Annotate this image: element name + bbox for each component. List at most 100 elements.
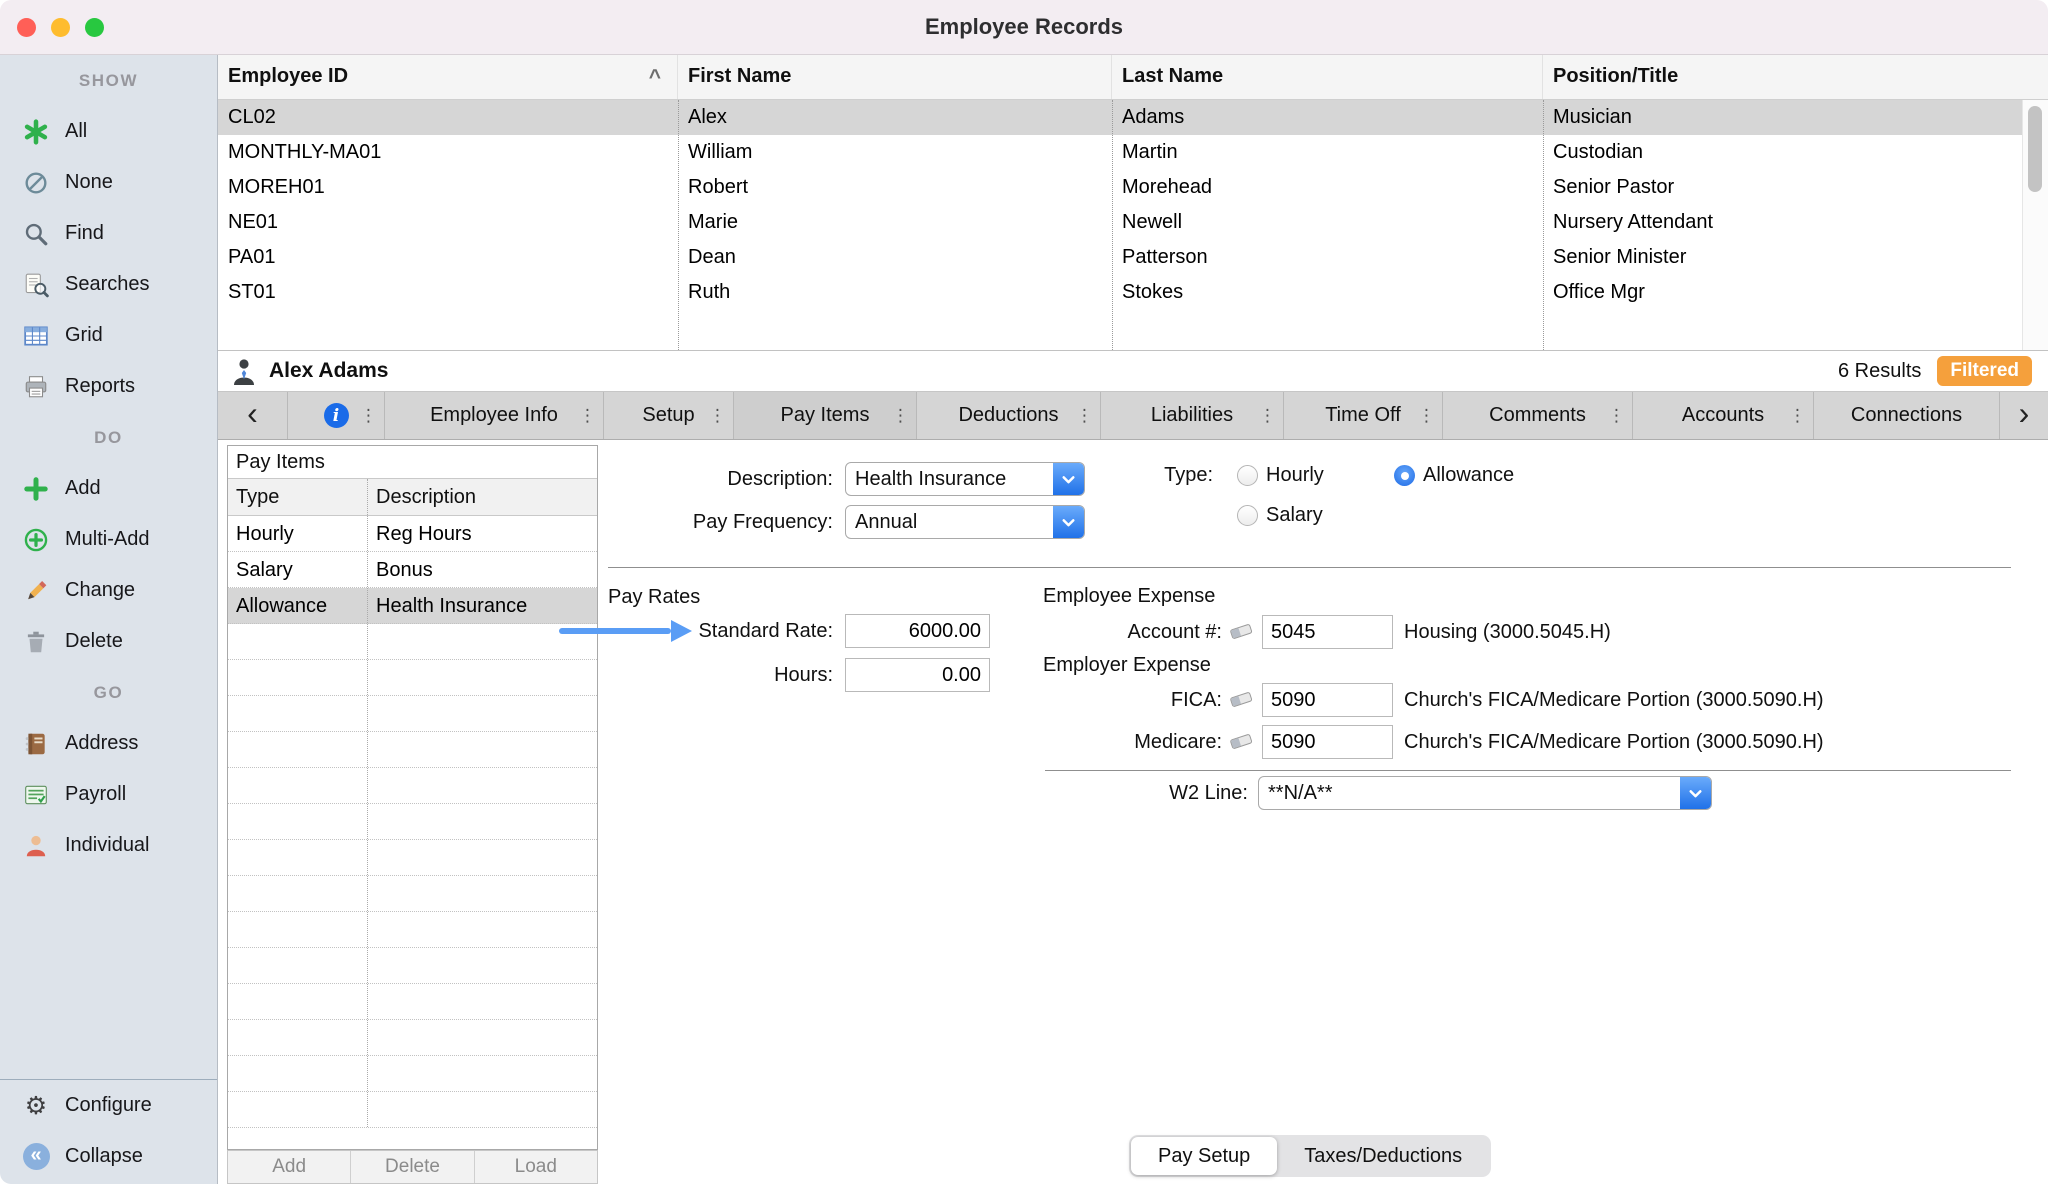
- sidebar-item-delete[interactable]: Delete: [0, 616, 217, 667]
- sidebar-item-change[interactable]: Change: [0, 565, 217, 616]
- tab-menu-icon[interactable]: ⋮: [1076, 406, 1093, 426]
- table-row[interactable]: NE01 Marie Newell Nursery Attendant: [218, 205, 2022, 240]
- sidebar-item-configure[interactable]: ⚙ Configure: [0, 1080, 217, 1131]
- sidebar-item-add[interactable]: Add: [0, 463, 217, 514]
- tab-setup[interactable]: Setup⋮: [604, 392, 734, 439]
- empty-row: [228, 876, 597, 912]
- radio-allowance[interactable]: [1394, 465, 1415, 486]
- sidebar-item-none[interactable]: None: [0, 157, 217, 208]
- w2-line-select[interactable]: **N/A**: [1258, 776, 1712, 810]
- radio-hourly[interactable]: [1237, 465, 1258, 486]
- empty-row: [228, 948, 597, 984]
- taxes-deductions-tab[interactable]: Taxes/Deductions: [1277, 1137, 1489, 1175]
- tab-deductions[interactable]: Deductions⋮: [917, 392, 1101, 439]
- load-pay-item-button[interactable]: Load: [474, 1151, 597, 1183]
- sidebar-item-multi-add[interactable]: Multi-Add: [0, 514, 217, 565]
- w2-line-label: W2 Line:: [1042, 781, 1248, 805]
- tab-menu-icon[interactable]: ⋮: [360, 406, 377, 426]
- table-row[interactable]: PA01 Dean Patterson Senior Minister: [218, 240, 2022, 275]
- table-row[interactable]: MOREH01 Robert Morehead Senior Pastor: [218, 170, 2022, 205]
- eraser-icon[interactable]: [1228, 729, 1254, 753]
- pay-item-row[interactable]: Salary Bonus: [228, 552, 597, 588]
- cell-position-title: Nursery Attendant: [1543, 205, 2022, 240]
- tab-comments[interactable]: Comments⋮: [1443, 392, 1633, 439]
- saved-search-icon: [22, 271, 50, 299]
- add-pay-item-button[interactable]: Add: [228, 1151, 350, 1183]
- sidebar-item-all[interactable]: All: [0, 106, 217, 157]
- tabs-scroll-right-button[interactable]: ›: [2000, 392, 2048, 439]
- delete-pay-item-button[interactable]: Delete: [350, 1151, 473, 1183]
- pay-item-row[interactable]: Hourly Reg Hours: [228, 516, 597, 552]
- records-scrollbar[interactable]: [2022, 100, 2048, 350]
- tab-menu-icon[interactable]: ⋮: [1608, 406, 1625, 426]
- radio-hourly-label[interactable]: Hourly: [1266, 463, 1324, 487]
- tab-employee-info[interactable]: Employee Info⋮: [385, 392, 604, 439]
- radio-allowance-label[interactable]: Allowance: [1423, 463, 1514, 487]
- tab-menu-icon[interactable]: ⋮: [1259, 406, 1276, 426]
- sidebar-item-label: Reports: [65, 375, 135, 398]
- table-row[interactable]: ST01 Ruth Stokes Office Mgr: [218, 275, 2022, 310]
- sidebar-item-reports[interactable]: Reports: [0, 361, 217, 412]
- sidebar-section-do: DO: [0, 412, 217, 463]
- sidebar-item-payroll[interactable]: Payroll: [0, 769, 217, 820]
- column-header-employee-id[interactable]: Employee ID ^: [218, 55, 678, 99]
- tabs-scroll-left-button[interactable]: ‹: [218, 392, 288, 439]
- tab-menu-icon[interactable]: ⋮: [1418, 406, 1435, 426]
- employee-records-table: Employee ID ^ First Name Last Name Posit…: [218, 55, 2048, 351]
- sidebar-item-address[interactable]: Address: [0, 718, 217, 769]
- tab-time-off[interactable]: Time Off⋮: [1284, 392, 1443, 439]
- scrollbar-thumb[interactable]: [2028, 106, 2042, 192]
- sidebar-item-label: Collapse: [65, 1145, 143, 1168]
- medicare-description: Church's FICA/Medicare Portion (3000.509…: [1404, 730, 1824, 754]
- pay-frequency-select[interactable]: Annual: [845, 505, 1085, 539]
- table-body: CL02 Alex Adams Musician MONTHLY-MA01 Wi…: [218, 100, 2022, 350]
- column-header-last-name[interactable]: Last Name: [1112, 55, 1543, 99]
- description-select[interactable]: Health Insurance: [845, 462, 1085, 496]
- standard-rate-input[interactable]: [845, 614, 990, 648]
- sidebar-item-collapse[interactable]: « Collapse: [0, 1131, 217, 1182]
- employer-expense-header: Employer Expense: [1043, 653, 1211, 677]
- section-divider: [608, 567, 2011, 568]
- sidebar-item-label: Find: [65, 222, 104, 245]
- eraser-icon[interactable]: [1228, 619, 1254, 643]
- fica-account-input[interactable]: [1262, 683, 1393, 717]
- medicare-account-input[interactable]: [1262, 725, 1393, 759]
- table-row[interactable]: MONTHLY-MA01 William Martin Custodian: [218, 135, 2022, 170]
- account-number-input[interactable]: [1262, 615, 1393, 649]
- empty-row: [228, 696, 597, 732]
- radio-salary-label[interactable]: Salary: [1266, 503, 1323, 527]
- tab-liabilities[interactable]: Liabilities⋮: [1101, 392, 1284, 439]
- radio-salary[interactable]: [1237, 505, 1258, 526]
- sidebar-item-find[interactable]: Find: [0, 208, 217, 259]
- current-record-name: Alex Adams: [269, 359, 388, 383]
- sidebar-item-searches[interactable]: Searches: [0, 259, 217, 310]
- pay-setup-tab[interactable]: Pay Setup: [1131, 1137, 1277, 1175]
- tab-connections[interactable]: Connections: [1814, 392, 2000, 439]
- tab-menu-icon[interactable]: ⋮: [1789, 406, 1806, 426]
- pencil-icon: [22, 577, 50, 605]
- tab-menu-icon[interactable]: ⋮: [892, 406, 909, 426]
- column-header-position-title[interactable]: Position/Title: [1543, 55, 2048, 99]
- collapse-icon: «: [22, 1143, 50, 1171]
- table-row[interactable]: CL02 Alex Adams Musician: [218, 100, 2022, 135]
- sidebar-item-label: Individual: [65, 834, 150, 857]
- sidebar-item-grid[interactable]: Grid: [0, 310, 217, 361]
- fica-label: FICA:: [1042, 688, 1222, 712]
- tab-menu-icon[interactable]: ⋮: [579, 406, 596, 426]
- cell-employee-id: PA01: [218, 240, 678, 275]
- column-header-description[interactable]: Description: [368, 479, 597, 515]
- tab-info[interactable]: i ⋮: [288, 392, 385, 439]
- tab-pay-items[interactable]: Pay Items⋮: [734, 392, 917, 439]
- column-header-first-name[interactable]: First Name: [678, 55, 1112, 99]
- sidebar-item-individual[interactable]: Individual: [0, 820, 217, 871]
- tab-accounts[interactable]: Accounts⋮: [1633, 392, 1814, 439]
- eraser-icon[interactable]: [1228, 687, 1254, 711]
- cell-position-title: Senior Minister: [1543, 240, 2022, 275]
- column-header-type[interactable]: Type: [228, 479, 368, 515]
- filtered-badge[interactable]: Filtered: [1937, 356, 2032, 386]
- cell-employee-id: NE01: [218, 205, 678, 240]
- pay-item-row[interactable]: Allowance Health Insurance: [228, 588, 597, 624]
- hours-input[interactable]: [845, 658, 990, 692]
- circle-slash-icon: [22, 169, 50, 197]
- tab-menu-icon[interactable]: ⋮: [709, 406, 726, 426]
